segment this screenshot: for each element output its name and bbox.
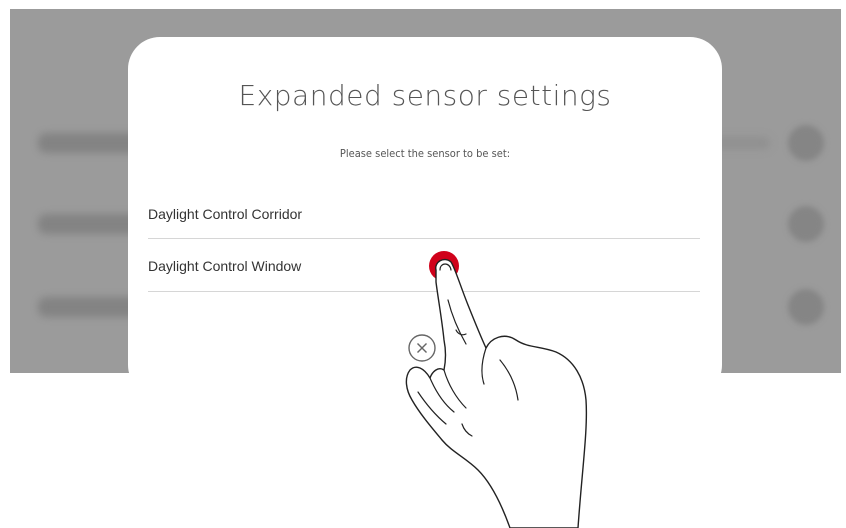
background-row-icon [788,289,824,325]
background-row-icon [788,206,824,242]
close-circle-icon [408,334,436,362]
sensor-option-label: Daylight Control Corridor [148,206,303,222]
dialog-title: Expanded sensor settings [238,79,612,112]
sensor-settings-dialog: Expanded sensor settings Please select t… [128,37,722,397]
sensor-option-corridor[interactable]: Daylight Control Corridor [148,192,700,239]
background-row-icon [788,125,824,161]
sensor-option-label: Daylight Control Window [148,258,302,274]
bottom-area [0,373,846,528]
dialog-subtitle: Please select the sensor to be set: [339,147,511,160]
close-button[interactable] [407,333,437,363]
sensor-option-window[interactable]: Daylight Control Window [148,244,700,292]
